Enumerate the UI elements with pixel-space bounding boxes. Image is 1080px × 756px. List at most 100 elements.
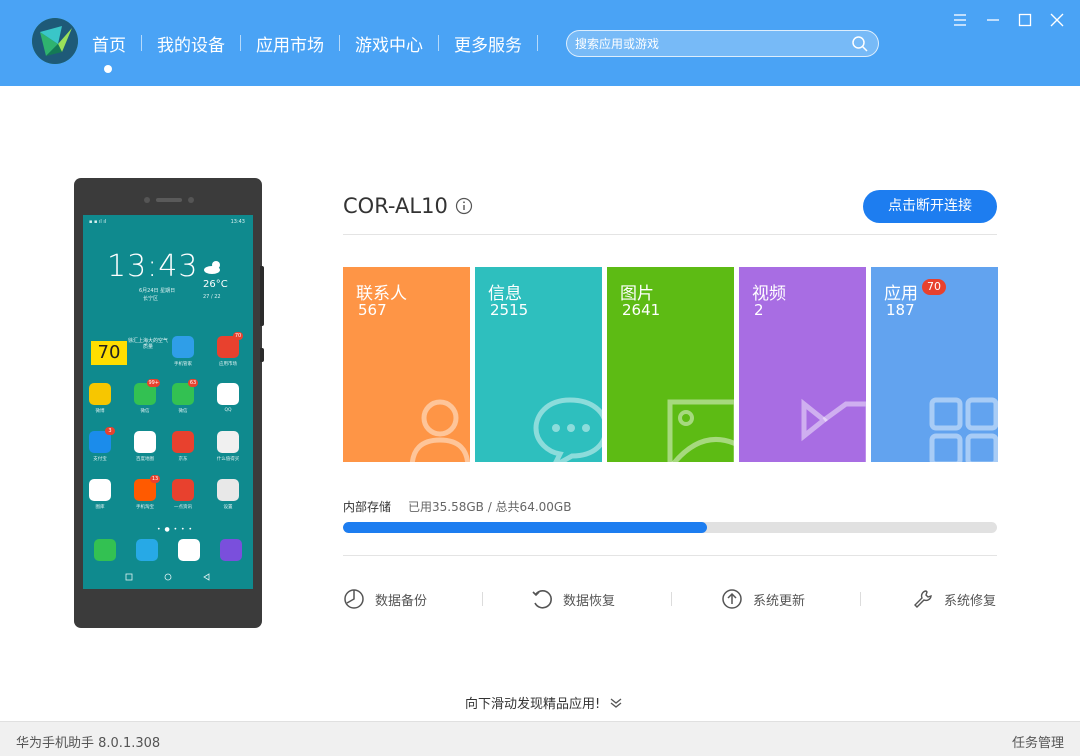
phone-app: 70 应用市场 [212,332,244,367]
nav-my-device[interactable]: 我的设备 [157,31,225,56]
phone-app: 什么值得买 [212,431,244,462]
phone-app: QQ [212,383,244,413]
gallery-icon [89,479,111,501]
maximize-icon[interactable] [1015,10,1035,30]
action-label: 数据恢复 [563,593,616,609]
status-footer: 华为手机助手 8.0.1.308 任务管理 [0,721,1080,756]
camera-icon [178,539,200,561]
huawei-suite-logo [32,18,78,64]
app-label: 支付宝 [93,457,107,462]
phone-front-camera [188,197,194,203]
tile-contacts[interactable]: 联系人 567 [343,267,470,462]
weather-range: 27 / 22 [203,294,221,300]
phone-app: 13 手机淘宝 [129,475,161,510]
nav-home[interactable]: 首页 [92,31,126,56]
system-repair-button[interactable]: 系统修复 [912,586,996,612]
picture-icon [667,399,734,462]
nav-divider [537,35,538,51]
phone-speaker [156,198,182,202]
tile-count: 187 [886,301,915,319]
phone-app: 微博 [84,383,116,414]
storage-bar [343,522,997,533]
search-icon[interactable] [851,35,869,53]
contact-icon [409,399,470,462]
restore-button[interactable]: 数据恢复 [531,586,615,612]
nav-back-icon [203,573,210,581]
app-label: 应用市场 [219,362,237,367]
nav-divider [240,35,241,51]
app-label: QQ [224,408,232,413]
settings-icon [217,479,239,501]
backup-button[interactable]: 数据备份 [343,586,427,612]
phone-preview: ▪ ▪ ıl ıl 13:43 13:43 6月24日 星期日 长宁区 26°C… [74,178,264,628]
repair-icon [914,590,932,608]
tile-apps[interactable]: 应用 70 187 [871,267,998,462]
app-badge: 13 [150,475,160,483]
minimize-icon[interactable] [983,10,1003,30]
info-icon[interactable] [455,197,473,215]
app-label: 一点资讯 [174,505,192,510]
tile-messages[interactable]: 信息 2515 [475,267,602,462]
divider [343,555,997,556]
weather-temperature: 26°C [203,279,228,290]
nav-game-center[interactable]: 游戏中心 [355,31,423,56]
restore-icon [532,590,552,609]
main-nav: 首页 我的设备 应用市场 游戏中心 更多服务 [92,30,553,56]
app-label: 什么值得买 [216,457,240,462]
air-quality-widget: 70 [91,341,127,365]
phone-screen: ▪ ▪ ıl ıl 13:43 13:43 6月24日 星期日 长宁区 26°C… [83,215,253,589]
tile-videos[interactable]: 视频 2 [739,267,866,462]
app-label: 微信 [140,409,150,414]
scroll-hint[interactable]: 向下滑动发现精品应用! [465,693,622,712]
phone-app: 一点资讯 [167,479,199,510]
alipay-icon: 3 [89,427,115,453]
action-label: 数据备份 [375,593,428,609]
active-nav-indicator [104,65,112,73]
tile-pictures[interactable]: 图片 2641 [607,267,734,462]
phone-app: 63 微信 [167,379,199,414]
phone-app: 手机管家 [167,336,199,367]
menu-icon[interactable] [950,10,970,30]
task-manager-link[interactable]: 任务管理 [1012,732,1064,751]
close-icon[interactable] [1047,10,1067,30]
action-divider [860,592,861,606]
news-icon [172,479,194,501]
search-input[interactable] [575,31,845,56]
action-divider [482,592,483,606]
app-label: 图库 [95,505,105,510]
action-label: 系统修复 [944,593,997,609]
nav-recent-icon [125,573,133,581]
app-label: 微信 [178,409,188,414]
phone-app: 3 支付宝 [84,427,116,462]
smzdm-icon [217,431,239,453]
phone-app: 设置 [212,479,244,510]
qq-icon [217,383,239,405]
storage-label: 内部存储 [343,500,392,514]
weibo-icon [89,383,111,405]
wechat-icon: 63 [172,379,198,405]
nav-more-services[interactable]: 更多服务 [454,31,522,56]
app-label: 手机管家 [174,362,192,367]
phone-app: 99+ 微信 [129,379,161,414]
nav-home-icon [164,573,172,581]
app-badge: 3 [105,427,115,435]
nav-app-market[interactable]: 应用市场 [256,31,324,56]
system-update-button[interactable]: 系统更新 [721,586,805,612]
app-label: 设置 [223,505,233,510]
action-divider [671,592,672,606]
app-label: 微博 [95,409,105,414]
appstore-icon: 70 [217,332,243,358]
apps-update-badge: 70 [922,279,946,295]
phone-volume-button [260,266,264,326]
phone-call-icon [94,539,116,561]
phone-power-button [260,348,264,362]
map-icon [134,431,156,453]
wechat-icon: 99+ [134,379,160,405]
app-label: 手机淘宝 [136,505,154,510]
storage-bar-fill [343,522,707,533]
update-icon [722,589,742,609]
phone-app: 百度地图 [129,431,161,462]
title-bar: 首页 我的设备 应用市场 游戏中心 更多服务 [0,0,1080,86]
jd-icon [172,431,194,453]
disconnect-button[interactable]: 点击断开连接 [863,190,997,223]
